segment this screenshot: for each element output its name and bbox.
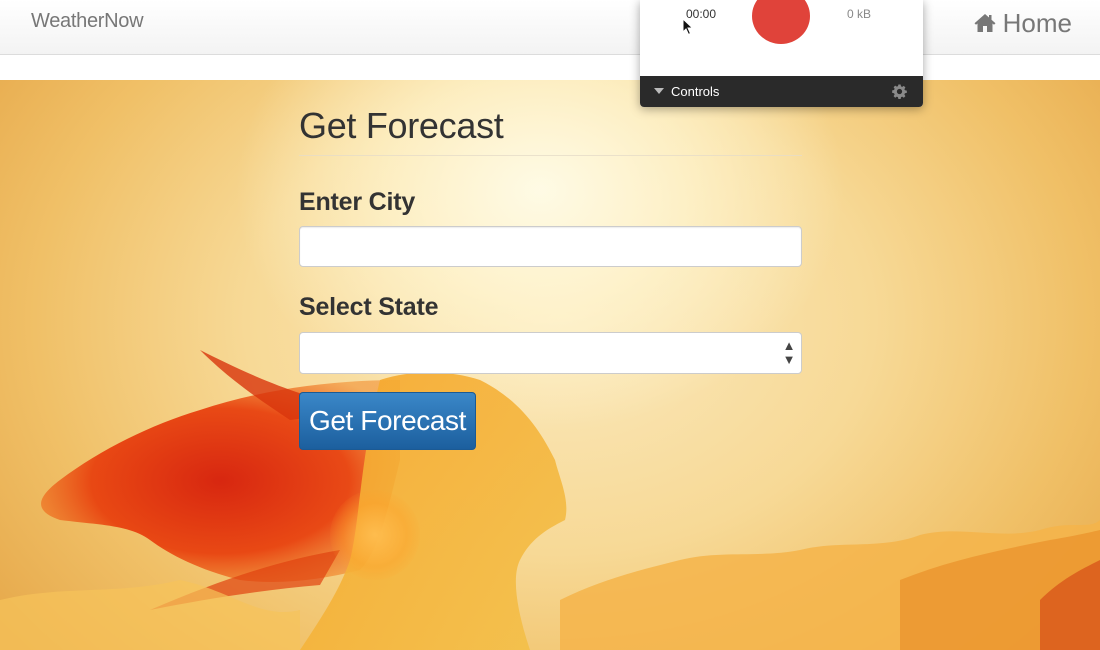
home-icon: [973, 11, 997, 35]
select-arrows-icon: ▲ ▼: [782, 338, 796, 367]
city-label: Enter City: [299, 188, 416, 216]
forecast-form: Get Forecast Enter City Select State ▲ ▼ …: [299, 100, 802, 450]
gear-icon[interactable]: [892, 84, 907, 99]
controls-label: Controls: [671, 84, 720, 99]
recording-size: 0 kB: [847, 7, 872, 21]
brand-link[interactable]: WeatherNow: [31, 10, 144, 33]
top-navbar: WeatherNow Home: [0, 0, 1100, 55]
collapse-triangle-icon: [654, 88, 664, 94]
get-forecast-button[interactable]: Get Forecast: [299, 392, 476, 450]
state-select[interactable]: ▲ ▼: [299, 332, 802, 374]
page-title: Get Forecast: [299, 100, 802, 156]
controls-bar[interactable]: Controls: [640, 76, 923, 107]
mouse-cursor-icon: [682, 18, 694, 36]
home-link[interactable]: Home: [973, 7, 1072, 39]
state-label: Select State: [299, 293, 439, 321]
sun-flare: [330, 490, 420, 580]
city-input[interactable]: [299, 226, 802, 267]
home-link-label: Home: [1002, 7, 1072, 38]
record-button[interactable]: [752, 0, 810, 44]
screen-recorder-panel: 00:00 0 kB Controls: [640, 0, 923, 107]
